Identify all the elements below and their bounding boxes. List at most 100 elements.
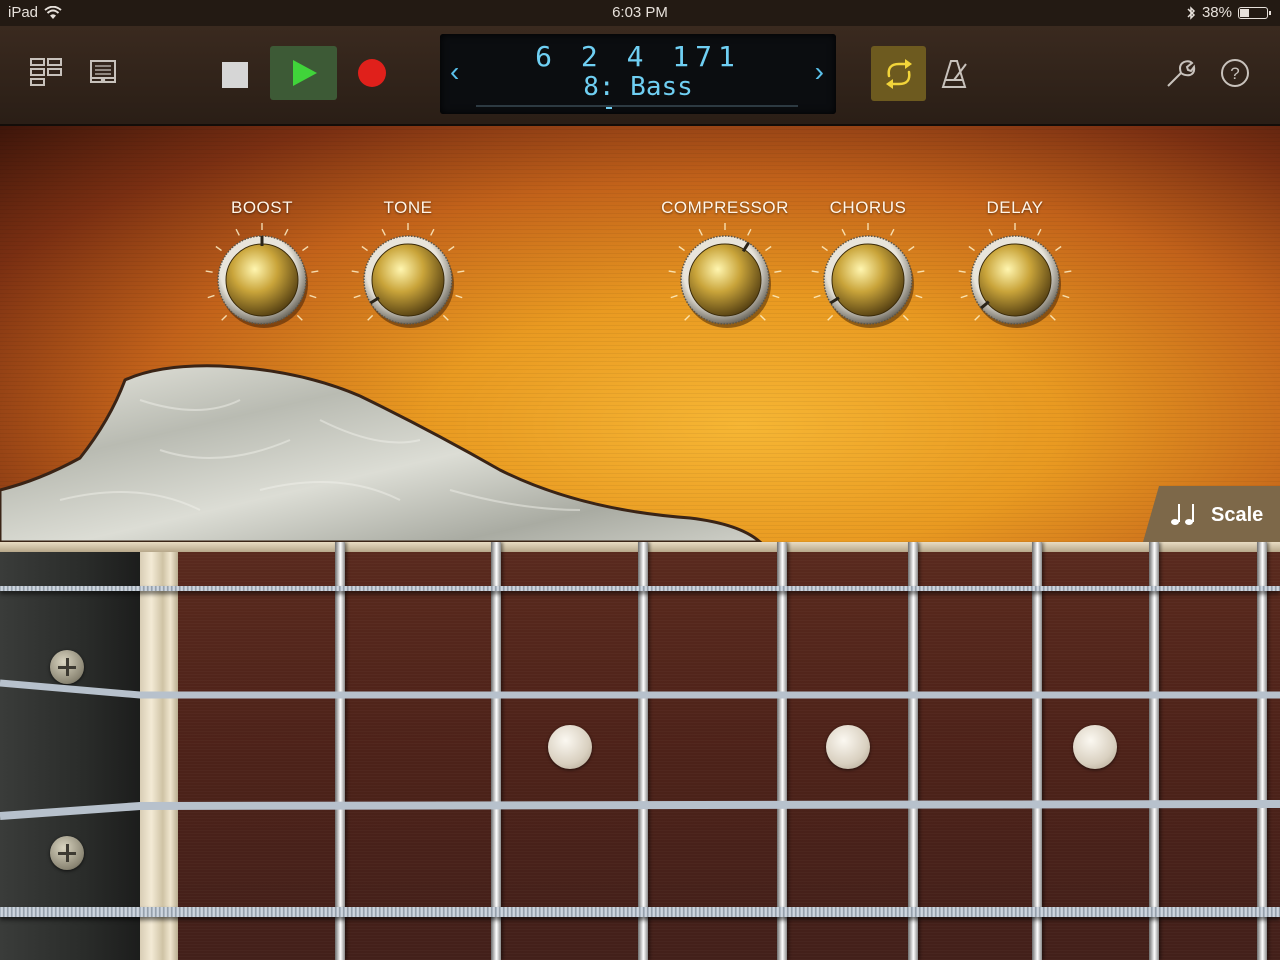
- knob-tick: [902, 314, 909, 321]
- knob-tick: [351, 270, 359, 273]
- knob-label: COMPRESSOR: [661, 198, 789, 217]
- knob-label: TONE: [383, 198, 433, 217]
- screw-icon: [50, 836, 84, 870]
- metronome-button[interactable]: [940, 58, 970, 90]
- fret: [1149, 542, 1159, 960]
- knob-dial[interactable]: [202, 220, 322, 340]
- knob-tone[interactable]: TONE: [333, 198, 483, 348]
- string-g[interactable]: [0, 586, 1280, 591]
- fret: [638, 542, 648, 960]
- knob-cap: [688, 243, 762, 317]
- knob-tick: [296, 314, 303, 321]
- knob-cap: [831, 243, 905, 317]
- knob-tick: [908, 245, 915, 252]
- knob-tick: [774, 270, 782, 273]
- knob-tick: [958, 270, 966, 273]
- help-button[interactable]: ?: [1219, 57, 1251, 89]
- knob-tick: [1055, 245, 1062, 252]
- knob-tick: [367, 314, 374, 321]
- knob-tick: [284, 228, 289, 236]
- knob-cap: [371, 243, 445, 317]
- tracks-view-button[interactable]: [28, 56, 64, 90]
- knob-tick: [1062, 294, 1070, 299]
- fretboard[interactable]: [0, 542, 1280, 960]
- play-button[interactable]: [270, 46, 337, 100]
- knob-dial[interactable]: [808, 220, 928, 340]
- knob-label: BOOST: [230, 198, 293, 217]
- knob-tick: [811, 270, 819, 273]
- knob-tick: [309, 294, 317, 299]
- status-time: 6:03 PM: [612, 4, 668, 21]
- knob-dial[interactable]: [348, 220, 468, 340]
- play-icon: [292, 60, 317, 86]
- fret: [908, 542, 918, 960]
- nut: [140, 552, 178, 960]
- knob-tick: [988, 228, 993, 236]
- lcd-display[interactable]: ‹ 6 2 4 171 8: Bass ›: [440, 34, 836, 114]
- battery-percent: 38%: [1201, 4, 1232, 21]
- cycle-icon: [885, 58, 912, 89]
- knob-tick: [311, 270, 319, 273]
- instrument-browser-button[interactable]: [86, 56, 120, 90]
- knob-tick: [455, 294, 463, 299]
- fret: [335, 542, 345, 960]
- knob-tick: [448, 245, 455, 252]
- song-progress-bar[interactable]: [476, 105, 798, 109]
- knob-tick: [765, 245, 772, 252]
- string-e[interactable]: [0, 907, 1280, 917]
- string-d[interactable]: [0, 677, 1280, 707]
- scale-button[interactable]: Scale: [1143, 486, 1280, 542]
- knob-tick: [235, 228, 240, 236]
- track-name: 8: Bass: [583, 72, 693, 102]
- fret: [1032, 542, 1042, 960]
- wrench-icon: [1167, 60, 1196, 87]
- fret-inlay: [548, 725, 592, 769]
- knob-tick: [430, 228, 435, 236]
- bluetooth-icon: [1187, 5, 1196, 20]
- svg-text:?: ?: [1230, 64, 1239, 83]
- knob-tick: [772, 294, 780, 299]
- knob-tick: [205, 270, 213, 273]
- knob-tick: [361, 245, 368, 252]
- knob-tick: [759, 314, 766, 321]
- knob-tick: [670, 294, 678, 299]
- knob-tick: [698, 228, 703, 236]
- next-track-button[interactable]: ›: [815, 58, 824, 86]
- string-a[interactable]: [0, 794, 1280, 824]
- help-icon: ?: [1221, 59, 1249, 87]
- knob-tick: [684, 314, 691, 321]
- knob-tick: [678, 245, 685, 252]
- cycle-button[interactable]: [871, 46, 926, 101]
- record-button[interactable]: [358, 59, 386, 87]
- control-bar: ‹ 6 2 4 171 8: Bass › ?: [0, 26, 1280, 126]
- knob-delay[interactable]: DELAY: [940, 198, 1090, 348]
- knob-tick: [1064, 270, 1072, 273]
- stop-button[interactable]: [222, 62, 248, 88]
- knob-cap: [225, 243, 299, 317]
- knob-tick: [968, 245, 975, 252]
- knob-boost[interactable]: BOOST: [187, 198, 337, 348]
- knob-tick: [827, 314, 834, 321]
- knob-dial[interactable]: [665, 220, 785, 340]
- knob-tick: [974, 314, 981, 321]
- status-bar: iPad 6:03 PM 38%: [0, 0, 1280, 26]
- knob-tick: [302, 245, 309, 252]
- knob-tick: [915, 294, 923, 299]
- knob-tick: [1049, 314, 1056, 321]
- knob-tick: [207, 294, 215, 299]
- knob-label: DELAY: [986, 198, 1044, 217]
- pickguard: [0, 364, 763, 542]
- knob-chorus[interactable]: CHORUS: [793, 198, 943, 348]
- settings-button[interactable]: [1164, 58, 1196, 90]
- knob-tick: [442, 314, 449, 321]
- knob-tick: [890, 228, 895, 236]
- knob-tick: [221, 314, 228, 321]
- headstock: [0, 552, 140, 960]
- knob-tick: [917, 270, 925, 273]
- knob-compressor[interactable]: COMPRESSOR: [650, 198, 800, 348]
- knob-tick: [1037, 228, 1042, 236]
- knob-dial[interactable]: [955, 220, 1075, 340]
- knob-cap: [978, 243, 1052, 317]
- fret: [491, 542, 501, 960]
- knob-tick: [353, 294, 361, 299]
